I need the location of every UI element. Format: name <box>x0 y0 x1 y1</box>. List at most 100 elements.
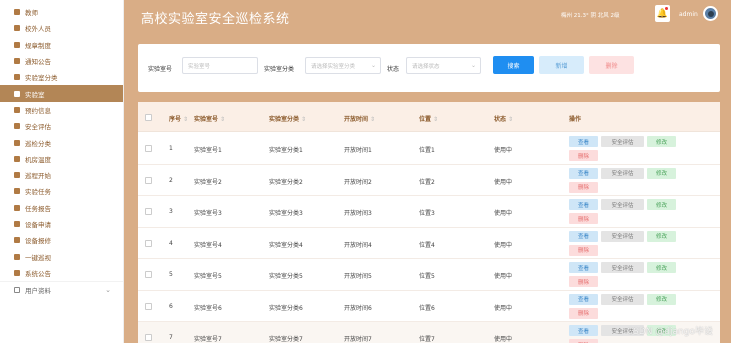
category-select[interactable]: 请选择实验室分类 ⌄ <box>305 57 381 74</box>
safety-eval-button[interactable]: 安全评估 <box>601 230 644 242</box>
edit-button[interactable]: 修改 <box>647 199 676 210</box>
row-checkbox[interactable] <box>145 271 152 278</box>
row-checkbox[interactable] <box>145 176 152 184</box>
sidebar-item-task-reports[interactable]: 任务报告 <box>0 200 123 216</box>
view-button[interactable]: 查看 <box>569 293 598 305</box>
sidebar-item-system-notice[interactable]: 系统公告 <box>0 265 123 281</box>
search-button[interactable]: 搜索 <box>493 56 534 74</box>
safety-eval-button[interactable]: 安全评估 <box>601 262 644 273</box>
grid-icon <box>14 41 20 48</box>
row-checkbox[interactable] <box>145 145 152 152</box>
view-button[interactable]: 查看 <box>569 262 598 273</box>
sidebar-item-label: 实验室分类 <box>25 74 58 83</box>
user-icon <box>14 204 20 211</box>
sidebar-item-lab-category[interactable]: 实验室分类 <box>0 69 123 85</box>
sidebar-item-label: 通知公告 <box>25 58 51 67</box>
add-button[interactable]: 新增 <box>539 56 584 74</box>
safety-eval-button[interactable]: 安全评估 <box>601 199 644 210</box>
cell-location: 位置1 <box>419 147 435 154</box>
grid-icon <box>14 269 20 276</box>
grid-icon <box>14 155 20 162</box>
row-checkbox[interactable] <box>145 334 152 341</box>
view-button[interactable]: 查看 <box>569 325 598 336</box>
sidebar-item-reservations[interactable]: 预约信息 <box>0 102 123 118</box>
sidebar-item-lab-tasks[interactable]: 实验任务 <box>0 183 123 199</box>
edit-button[interactable]: 修改 <box>647 293 676 305</box>
sidebar-item-room-temp[interactable]: 机房温度 <box>0 151 123 167</box>
view-button[interactable]: 查看 <box>569 199 598 210</box>
cell-location: 位置3 <box>419 210 435 217</box>
cell-open-time: 开放时间7 <box>344 336 372 343</box>
sidebar-item-label: 设备报修 <box>25 237 51 246</box>
view-button[interactable]: 查看 <box>569 230 598 242</box>
table-row: 2 实验室号2 实验室分类2 开放时间2 位置2 使用中 查看 安全评估 修改 删除 <box>138 165 720 196</box>
row-delete-button[interactable]: 删除 <box>569 150 598 161</box>
cell-open-time: 开放时间2 <box>344 178 372 186</box>
row-delete-button[interactable]: 删除 <box>569 213 598 224</box>
cell-no: 5 <box>169 271 173 278</box>
trophy-icon <box>14 253 20 260</box>
sidebar-item-lab[interactable]: 实验室 <box>0 85 123 102</box>
edit-button[interactable]: 修改 <box>647 167 676 179</box>
sidebar-item-safety-eval[interactable]: 安全评估 <box>0 118 123 134</box>
sidebar-item-equipment-request[interactable]: 设备申请 <box>0 216 123 232</box>
cell-category: 实验室分类6 <box>269 304 303 312</box>
status-select[interactable]: 请选择状态 ⌄ <box>406 57 481 74</box>
row-delete-button[interactable]: 删除 <box>569 244 598 256</box>
safety-eval-button[interactable]: 安全评估 <box>601 293 644 305</box>
sort-icon: ⇕ <box>508 116 514 123</box>
sidebar-item-label: 预约信息 <box>25 106 51 115</box>
row-delete-button[interactable]: 删除 <box>569 181 598 193</box>
room-input[interactable]: 实验室号 <box>182 57 258 74</box>
row-delete-button[interactable]: 删除 <box>569 307 598 319</box>
safety-eval-button[interactable]: 安全评估 <box>601 136 644 147</box>
row-checkbox[interactable] <box>145 208 152 215</box>
row-delete-button[interactable]: 删除 <box>569 276 598 287</box>
sidebar-item-notices[interactable]: 通知公告 <box>0 53 123 69</box>
clipboard-icon <box>14 106 20 113</box>
sort-icon: ⇕ <box>183 116 189 123</box>
edit-button[interactable]: 修改 <box>647 262 676 273</box>
safety-eval-button[interactable]: 安全评估 <box>601 167 644 179</box>
chevron-down-icon: ⌄ <box>470 62 476 69</box>
sidebar-item-label: 规章制度 <box>25 41 51 50</box>
view-button[interactable]: 查看 <box>569 167 598 179</box>
row-checkbox[interactable] <box>145 302 152 310</box>
header-category[interactable]: 实验室分类 ⇕ <box>269 114 306 123</box>
notification-button[interactable]: 🔔 <box>655 5 670 22</box>
header-location[interactable]: 位置 ⇕ <box>419 114 438 123</box>
sidebar-item-inspection-category[interactable]: 巡检分类 <box>0 134 123 150</box>
chevron-down-icon: ⌄ <box>370 62 376 69</box>
cell-no: 6 <box>169 302 173 310</box>
header-no[interactable]: 序号 ⇕ <box>169 114 188 123</box>
shield-icon <box>14 123 20 130</box>
header-status[interactable]: 状态 ⇕ <box>494 114 513 123</box>
row-delete-button[interactable]: 删除 <box>569 339 598 343</box>
delete-button[interactable]: 删除 <box>589 56 634 74</box>
sidebar-item-user-profile[interactable]: 用户资料 ⌄ <box>0 281 123 297</box>
sidebar-item-teacher[interactable]: 教师 <box>0 4 123 20</box>
cell-room: 实验室号4 <box>194 241 222 249</box>
status-placeholder: 请选择状态 <box>412 63 440 70</box>
cell-open-time: 开放时间3 <box>344 210 372 217</box>
sidebar-item-patrol-start[interactable]: 巡程开始 <box>0 167 123 183</box>
user-name[interactable]: admin <box>679 11 698 18</box>
edit-button[interactable]: 修改 <box>647 230 676 242</box>
sidebar-item-label: 安全评估 <box>25 123 51 132</box>
edit-button[interactable]: 修改 <box>647 136 676 147</box>
sidebar-item-external-staff[interactable]: 校外人员 <box>0 20 123 36</box>
header-room[interactable]: 实验室号 ⇕ <box>194 114 225 123</box>
select-all-checkbox[interactable] <box>145 114 152 121</box>
view-button[interactable]: 查看 <box>569 136 598 147</box>
sidebar-item-quick-patrol[interactable]: 一键巡视 <box>0 248 123 264</box>
table-row: 4 实验室号4 实验室分类4 开放时间4 位置4 使用中 查看 安全评估 修改 删除 <box>138 228 720 259</box>
sidebar-item-equipment-repair[interactable]: 设备报修 <box>0 232 123 248</box>
cell-no: 3 <box>169 208 173 215</box>
sidebar-item-label: 系统公告 <box>25 269 51 278</box>
header-open-time[interactable]: 开放时间 ⇕ <box>344 114 375 123</box>
sidebar-item-label: 巡检分类 <box>25 139 51 148</box>
sidebar-item-rules[interactable]: 规章制度 <box>0 37 123 53</box>
row-checkbox[interactable] <box>145 239 152 247</box>
avatar[interactable] <box>703 6 718 21</box>
cell-location: 位置6 <box>419 304 435 312</box>
